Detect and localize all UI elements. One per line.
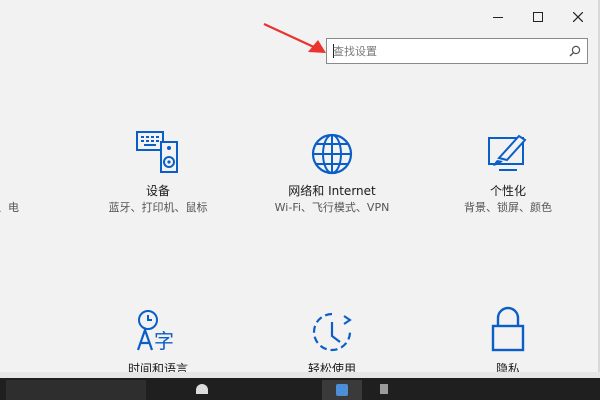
tile-desc: Wi-Fi、飞行模式、VPN <box>274 201 390 214</box>
settings-app-icon <box>336 384 348 396</box>
settings-tile-network[interactable]: 网络和 Internet Wi-Fi、飞行模式、VPN <box>242 128 422 216</box>
tile-desc: 背景、锁屏、颜色 <box>464 201 552 214</box>
settings-window: 用、电 设备 蓝牙、打印机、鼠标 <box>0 0 600 372</box>
taskbar-search-box[interactable] <box>6 380 146 400</box>
tile-title: 设备 <box>145 184 170 198</box>
taskbar-settings-button[interactable] <box>322 380 362 400</box>
taskbar-app-icon[interactable] <box>380 384 388 394</box>
search-icon[interactable] <box>569 45 581 57</box>
taskbar-app-icon[interactable] <box>196 384 208 394</box>
minimize-icon <box>493 17 503 18</box>
search-box[interactable] <box>326 38 588 64</box>
close-button[interactable] <box>558 4 598 30</box>
maximize-button[interactable] <box>518 4 558 30</box>
tile-title: 网络和 Internet <box>288 184 376 198</box>
time-language-icon: 字 <box>134 306 182 354</box>
taskbar <box>0 372 600 400</box>
tile-title: 时间和语言 <box>127 362 188 372</box>
tile-desc: 用、电 <box>0 201 19 214</box>
minimize-button[interactable] <box>478 4 518 30</box>
globe-icon <box>308 128 356 176</box>
settings-tile-privacy[interactable]: 隐私 <box>418 306 598 372</box>
settings-tile-ease-of-access[interactable]: 轻松使用 <box>242 306 422 372</box>
tile-desc: 蓝牙、打印机、鼠标 <box>108 201 208 214</box>
settings-tile-time-language[interactable]: 字 时间和语言 <box>68 306 248 372</box>
tile-title: 轻松使用 <box>307 362 356 372</box>
close-icon <box>573 12 583 22</box>
tile-title: 个性化 <box>489 184 526 198</box>
ease-of-access-icon <box>308 306 356 354</box>
maximize-icon <box>533 12 543 22</box>
settings-tile-personalization[interactable]: 个性化 背景、锁屏、颜色 <box>418 128 598 216</box>
search-input[interactable] <box>333 41 553 61</box>
personalization-icon <box>484 128 532 176</box>
svg-text:字: 字 <box>154 329 174 353</box>
settings-tile-system[interactable]: 用、电 <box>0 200 66 216</box>
settings-tile-devices[interactable]: 设备 蓝牙、打印机、鼠标 <box>68 128 248 216</box>
tile-title: 隐私 <box>495 362 520 372</box>
devices-icon <box>134 128 182 176</box>
annotation-arrow-icon <box>263 23 326 53</box>
lock-icon <box>484 306 532 354</box>
